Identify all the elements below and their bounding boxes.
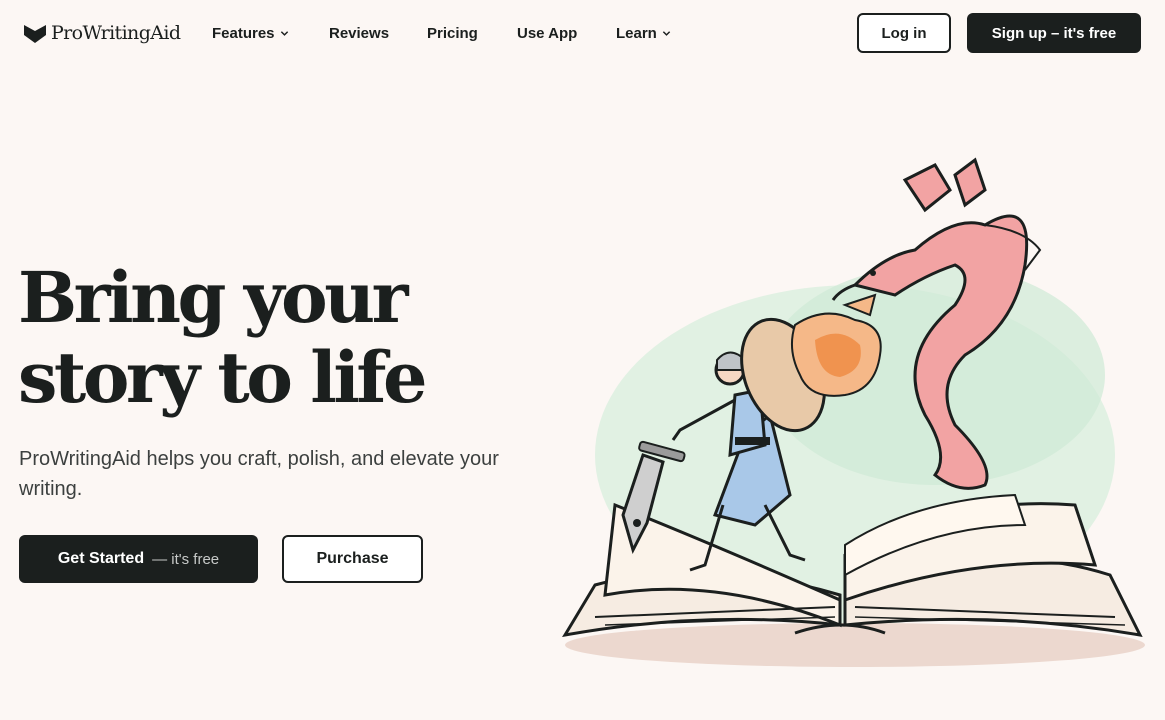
get-started-label: Get Started — [57, 550, 145, 567]
nav-learn-label: Learn — [616, 24, 657, 42]
nav-pricing-label: Pricing — [427, 24, 478, 42]
nav-pricing[interactable]: Pricing — [427, 24, 478, 42]
book-shadow — [565, 623, 1145, 667]
nav-use-app-label: Use App — [517, 24, 578, 42]
signup-button[interactable]: Sign up – it's free — [967, 13, 1141, 53]
nav-reviews[interactable]: Reviews — [329, 24, 389, 42]
hero-headline: Bring your story to life — [18, 258, 488, 418]
nav-learn[interactable]: Learn — [616, 24, 671, 42]
brand-name: ProWritingAid — [51, 22, 181, 44]
nav-features-label: Features — [212, 24, 275, 42]
nav-use-app[interactable]: Use App — [517, 24, 577, 42]
hero-subtext: ProWritingAid helps you craft, polish, a… — [19, 448, 499, 500]
book-heart-logo-icon — [24, 25, 46, 43]
get-started-button[interactable]: Get Started — it's free — [19, 535, 258, 583]
brand-logo[interactable]: ProWritingAid — [23, 20, 181, 46]
chevron-down-icon — [662, 30, 671, 36]
login-button[interactable]: Log in — [857, 13, 951, 53]
get-started-sublabel: — it's free — [152, 550, 220, 568]
chevron-down-icon — [280, 30, 288, 36]
nav-features[interactable]: Features — [212, 24, 289, 42]
purchase-button[interactable]: Purchase — [282, 535, 423, 583]
hero-illustration — [562, 157, 1145, 667]
hero-headline-line2: story to life — [18, 336, 428, 419]
site-header: ProWritingAid Features Reviews Pricing U… — [0, 0, 1165, 66]
nav-reviews-label: Reviews — [329, 24, 390, 42]
hero-headline-line1: Bring your — [18, 256, 408, 339]
